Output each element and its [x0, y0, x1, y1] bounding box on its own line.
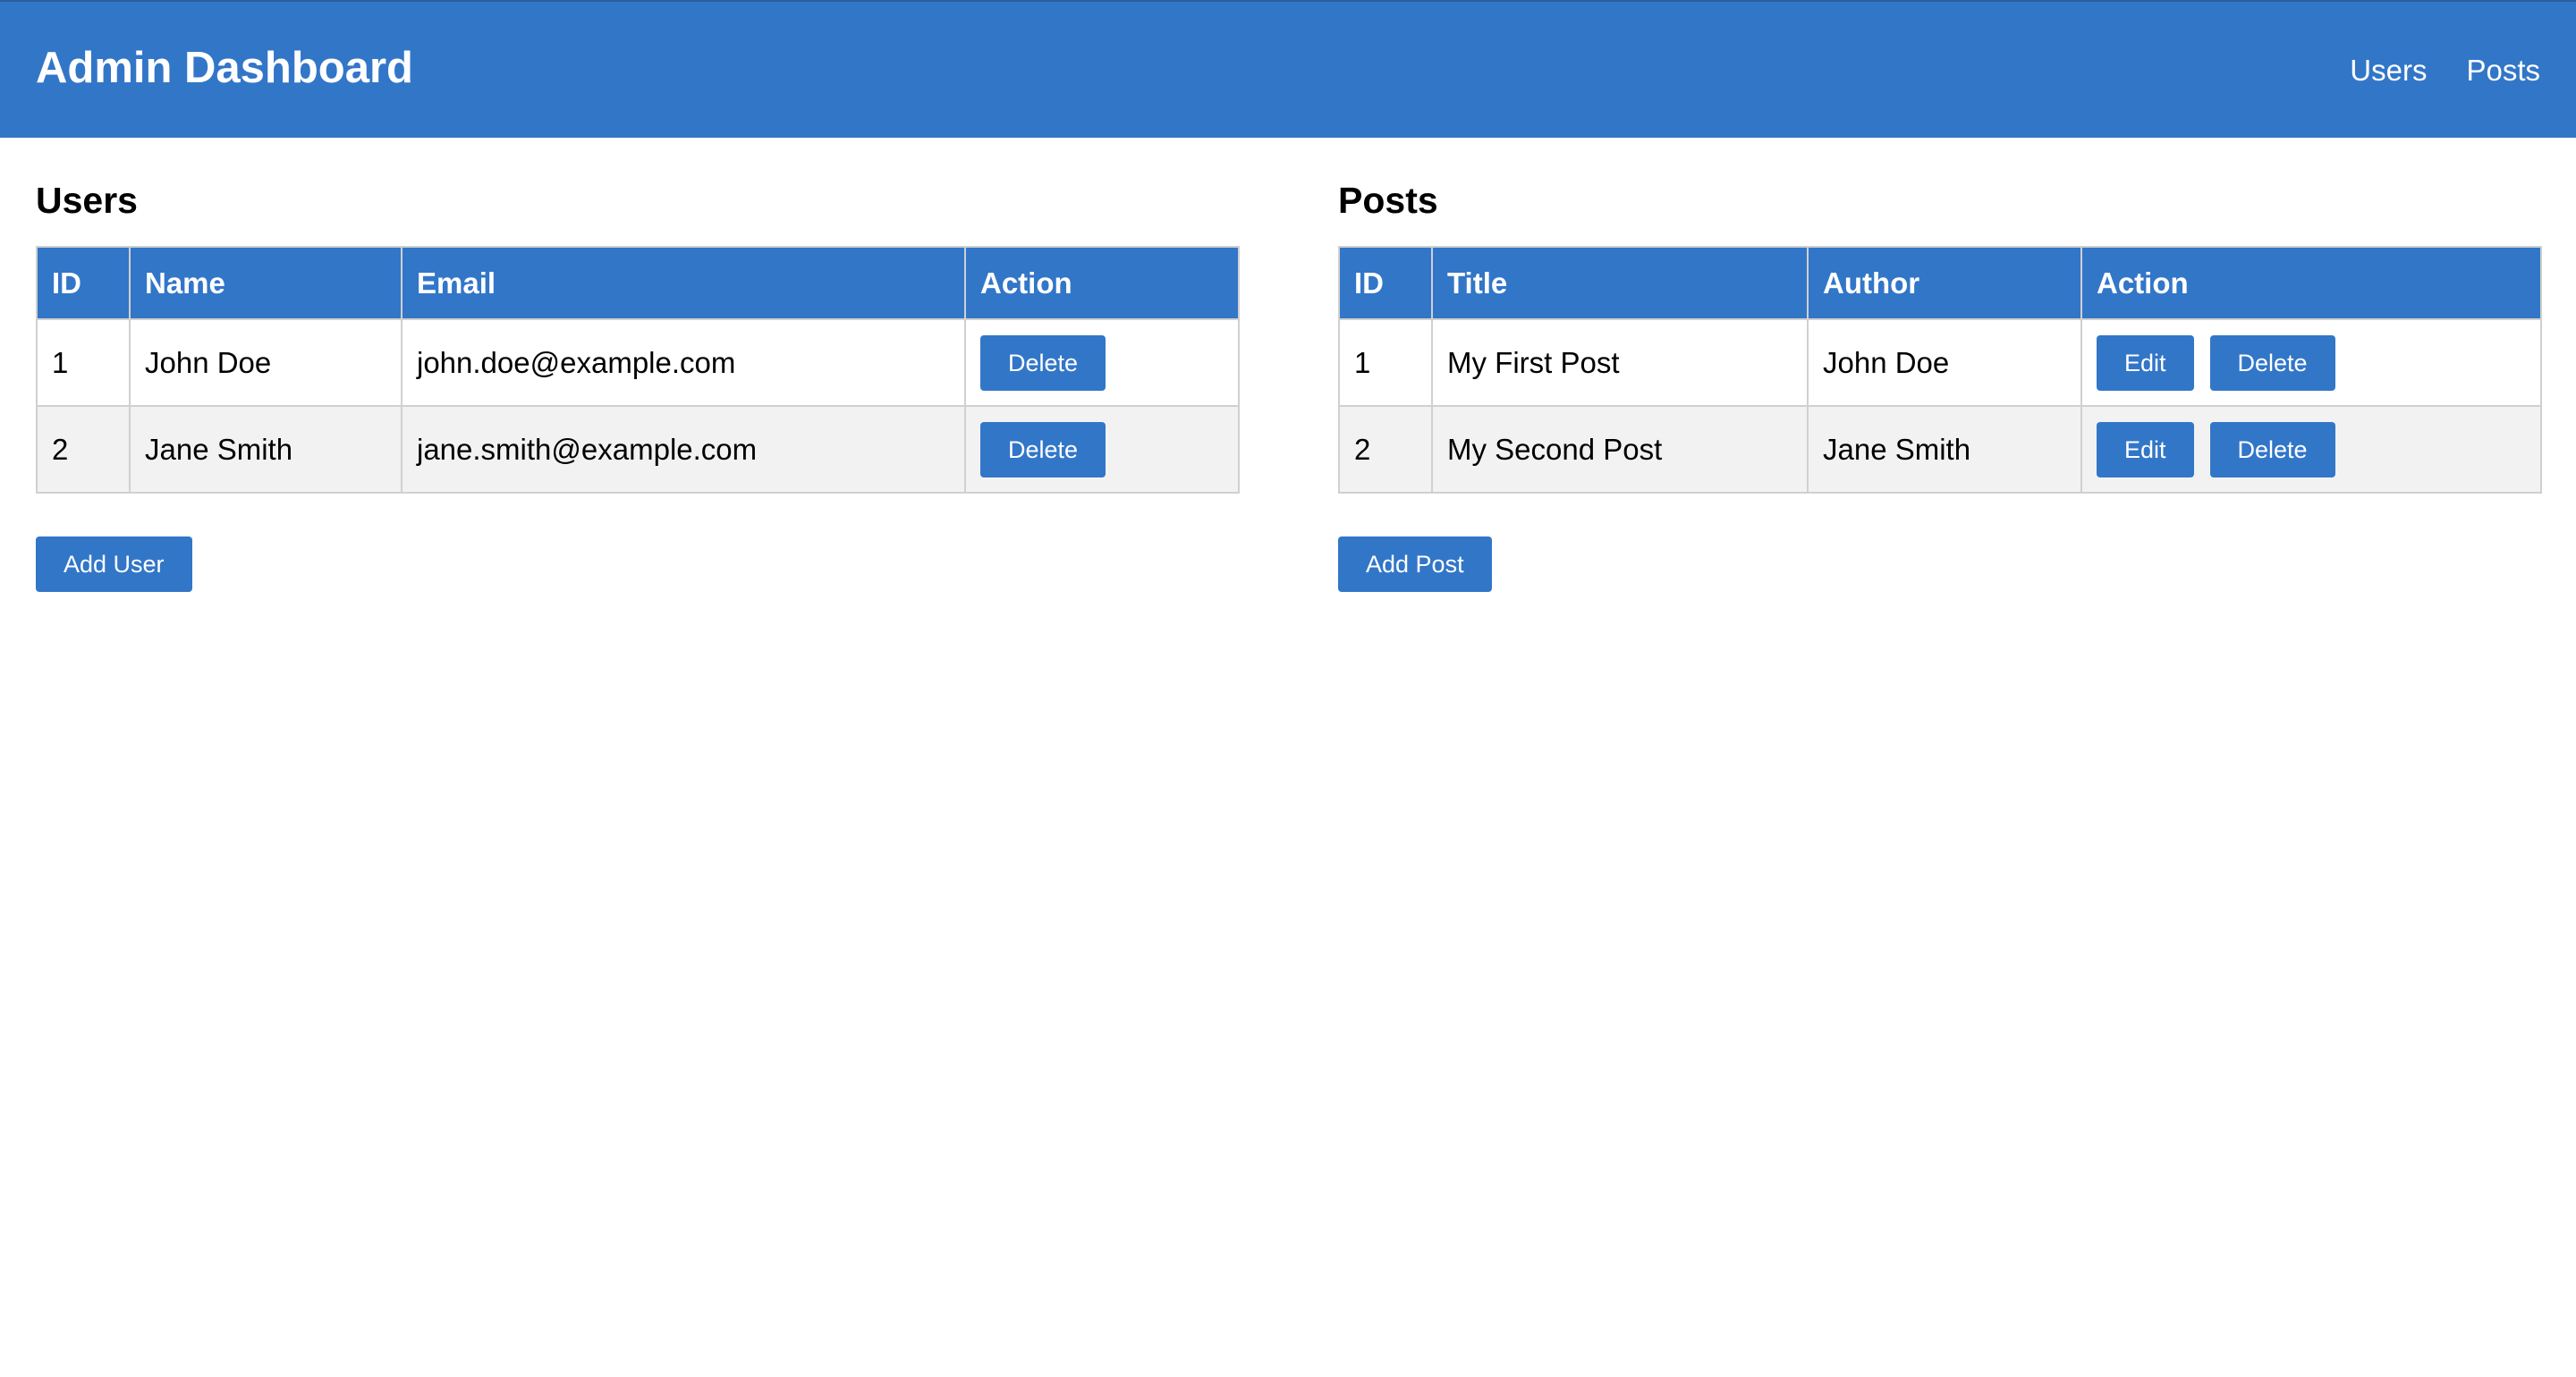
- user-email-cell: john.doe@example.com: [401, 318, 966, 407]
- users-section-title: Users: [36, 180, 138, 221]
- delete-post-button[interactable]: Delete: [2209, 421, 2335, 477]
- users-table-header-row: ID Name Email Action: [36, 246, 1240, 320]
- user-name-cell: John Doe: [129, 318, 402, 407]
- user-id-cell: 2: [36, 405, 131, 494]
- delete-user-button[interactable]: Delete: [980, 334, 1106, 391]
- top-nav: Users Posts: [2350, 48, 2540, 93]
- user-id-cell: 1: [36, 318, 131, 407]
- users-col-email: Email: [401, 246, 966, 320]
- nav-link-posts[interactable]: Posts: [2466, 48, 2540, 93]
- post-author-cell: Jane Smith: [1807, 405, 2082, 494]
- posts-section: Posts ID Title Author Action 1 My First …: [1338, 173, 2542, 592]
- add-user-button[interactable]: Add User: [36, 536, 192, 592]
- post-title-cell: My Second Post: [1431, 405, 1809, 494]
- delete-user-button[interactable]: Delete: [980, 421, 1106, 477]
- post-id-cell: 1: [1338, 318, 1433, 407]
- nav-link-users[interactable]: Users: [2350, 48, 2427, 93]
- post-author-cell: John Doe: [1807, 318, 2082, 407]
- users-col-action: Action: [964, 246, 1240, 320]
- add-post-button[interactable]: Add Post: [1338, 536, 1492, 592]
- users-table: ID Name Email Action 1 John Doe john.doe…: [36, 246, 1240, 494]
- edit-post-button[interactable]: Edit: [2097, 421, 2194, 477]
- table-row: 2 My Second Post Jane Smith Edit Delete: [1338, 405, 2542, 494]
- edit-post-button[interactable]: Edit: [2097, 334, 2194, 391]
- posts-table-header-row: ID Title Author Action: [1338, 246, 2542, 320]
- post-action-cell: Edit Delete: [2080, 405, 2542, 494]
- users-col-id: ID: [36, 246, 131, 320]
- user-email-cell: jane.smith@example.com: [401, 405, 966, 494]
- post-title-cell: My First Post: [1431, 318, 1809, 407]
- users-section: Users ID Name Email Action 1 John Doe jo…: [36, 173, 1240, 592]
- post-action-cell: Edit Delete: [2080, 318, 2542, 407]
- posts-section-title: Posts: [1338, 180, 1438, 221]
- post-id-cell: 2: [1338, 405, 1433, 494]
- app-header: Admin Dashboard Users Posts: [0, 0, 2576, 138]
- user-action-cell: Delete: [964, 405, 1240, 494]
- posts-col-action: Action: [2080, 246, 2542, 320]
- table-row: 1 My First Post John Doe Edit Delete: [1338, 318, 2542, 407]
- app-title: Admin Dashboard: [36, 44, 413, 92]
- posts-table: ID Title Author Action 1 My First Post J…: [1338, 246, 2542, 494]
- posts-col-id: ID: [1338, 246, 1433, 320]
- user-name-cell: Jane Smith: [129, 405, 402, 494]
- posts-col-author: Author: [1807, 246, 2082, 320]
- table-row: 2 Jane Smith jane.smith@example.com Dele…: [36, 405, 1240, 494]
- delete-post-button[interactable]: Delete: [2209, 334, 2335, 391]
- table-row: 1 John Doe john.doe@example.com Delete: [36, 318, 1240, 407]
- users-col-name: Name: [129, 246, 402, 320]
- user-action-cell: Delete: [964, 318, 1240, 407]
- posts-col-title: Title: [1431, 246, 1809, 320]
